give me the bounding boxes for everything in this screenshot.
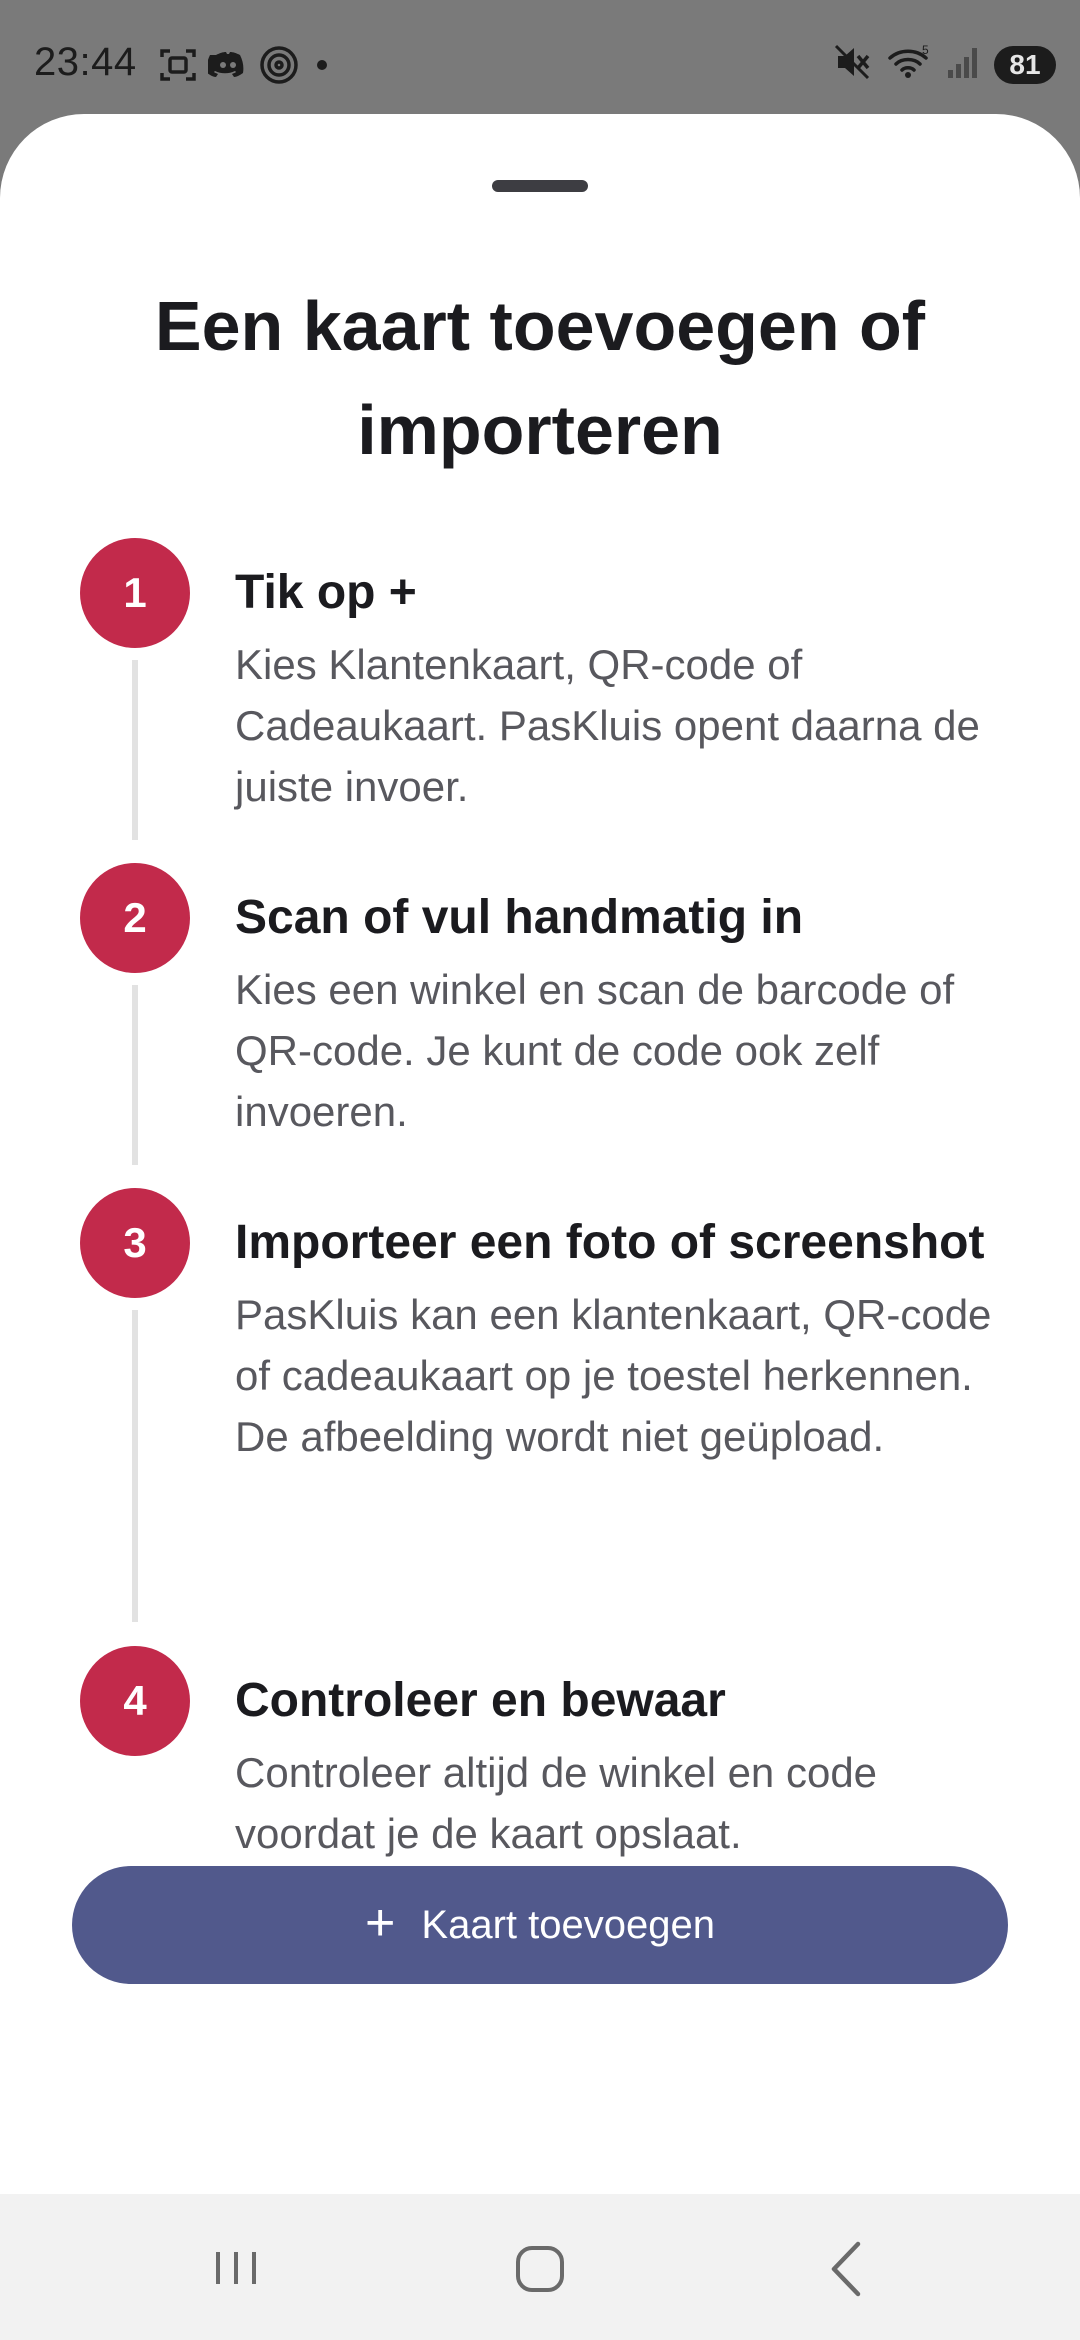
step-2: 2 Scan of vul handmatig in Kies een wink…: [80, 863, 1020, 1188]
step-connector-line: [132, 660, 138, 840]
screenshot-icon: [158, 45, 198, 90]
step-title: Tik op +: [235, 566, 417, 619]
step-description: PasKluis kan een klantenkaart, QR-code o…: [235, 1291, 992, 1460]
step-number-badge: 4: [80, 1646, 190, 1756]
steps-list: 1 Tik op + Kies Klantenkaart, QR-code of…: [80, 538, 1020, 1866]
step-connector-line: [132, 1310, 138, 1622]
status-left-icons: [158, 44, 334, 91]
status-right-icons: 5 81: [832, 42, 1056, 87]
plus-icon: +: [365, 1894, 396, 1952]
step-number-badge: 3: [80, 1188, 190, 1298]
step-title: Scan of vul handmatig in: [235, 891, 804, 944]
step-connector-line: [132, 985, 138, 1165]
step-number-badge: 1: [80, 538, 190, 648]
clock: 23:44: [34, 40, 137, 84]
add-card-button[interactable]: + Kaart toevoegen: [72, 1866, 1008, 1984]
navigation-bar: [0, 2194, 1080, 2340]
step-description: Kies een winkel en scan de barcode of QR…: [235, 966, 955, 1135]
wifi-icon: 5: [886, 42, 932, 87]
add-card-button-label: Kaart toevoegen: [421, 1902, 715, 1947]
step-1: 1 Tik op + Kies Klantenkaart, QR-code of…: [80, 538, 1020, 863]
recents-icon[interactable]: [198, 2234, 278, 2304]
step-description: Kies Klantenkaart, QR-code of Cadeaukaar…: [235, 641, 980, 810]
back-icon[interactable]: [804, 2234, 884, 2304]
signal-icon: [946, 42, 980, 87]
step-description: Controleer altijd de winkel en code voor…: [235, 1749, 878, 1857]
mute-icon: [832, 42, 872, 87]
step-title: Controleer en bewaar: [235, 1674, 726, 1727]
status-bar: 23:44 5 81: [0, 0, 1080, 120]
step-number-badge: 2: [80, 863, 190, 973]
home-icon[interactable]: [500, 2234, 580, 2304]
step-4: 4 Controleer en bewaar Controleer altijd…: [80, 1646, 1020, 1866]
hotspot-icon: [258, 44, 300, 91]
svg-text:5: 5: [922, 43, 929, 57]
discord-icon: [206, 45, 248, 90]
step-title: Importeer een foto of screenshot: [235, 1216, 985, 1269]
dot-icon: [310, 45, 334, 90]
drag-handle[interactable]: [492, 180, 588, 192]
sheet-title: Een kaart toevoegen of importeren: [154, 287, 926, 469]
battery-indicator: 81: [994, 45, 1056, 84]
step-3: 3 Importeer een foto of screenshot PasKl…: [80, 1188, 1020, 1646]
